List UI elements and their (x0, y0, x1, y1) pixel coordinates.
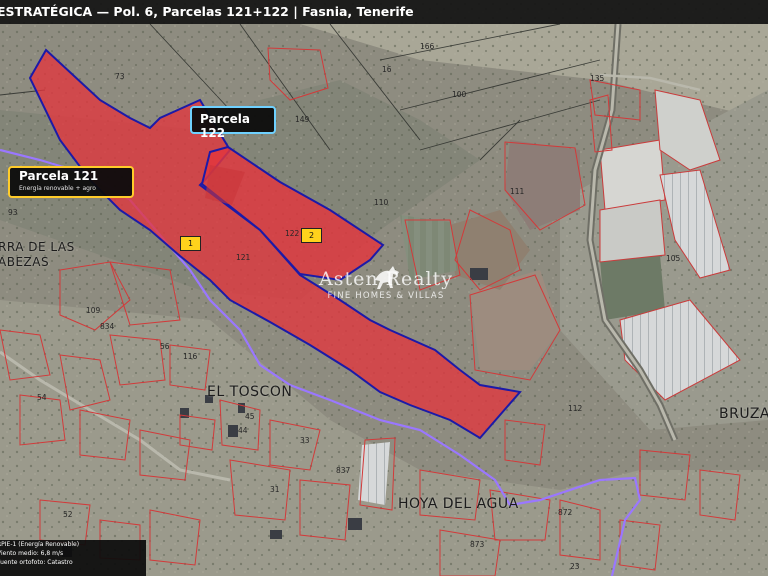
parcel-marker-2[interactable]: 2 (301, 228, 322, 243)
parcel-number: 135 (590, 74, 605, 83)
parcel-number: 110 (374, 198, 389, 207)
place-label-bruza: BRUZA (719, 406, 768, 422)
parcel-number: 54 (37, 393, 47, 402)
page-title: ESTRATÉGICA — Pol. 6, Parcelas 121+122 |… (0, 4, 414, 19)
parcel-number: 112 (568, 404, 583, 413)
callout-title: Parcela 121 (19, 169, 99, 183)
parcel-number: 872 (558, 508, 573, 517)
info-line-zoning: RPIE-1 (Energía Renovable) (0, 541, 80, 548)
horse-logo-icon (375, 266, 399, 289)
parcel-number: 149 (295, 115, 310, 124)
info-line-wind: Viento medio: 6,8 m/s (0, 550, 64, 557)
parcel-number: 105 (666, 254, 681, 263)
place-label-el-toscon: EL TOSCON (207, 384, 293, 400)
parcel-number: 100 (452, 90, 467, 99)
callout-parcela-122[interactable]: Parcela 122 (190, 106, 276, 140)
brand-watermark: Asten Realty FINE HOMES & VILLAS (291, 266, 481, 301)
place-label-erra-de-las: ERRA DE LAS (0, 240, 75, 254)
parcel-number: 109 (86, 306, 101, 315)
parcel-number: 122 (285, 229, 300, 238)
place-label-hoya-del-agua: HOYA DEL AGUA (398, 496, 519, 512)
place-label-abezas: ABEZAS (0, 255, 50, 269)
callout-parcela-121[interactable]: Parcela 121 Energía renovable + agro (8, 166, 134, 198)
parcel-number: 44 (238, 426, 248, 435)
parcel-number: 121 (236, 253, 251, 262)
title-bar: ESTRATÉGICA — Pol. 6, Parcelas 121+122 |… (0, 0, 768, 24)
callout-title: Parcela 122 (200, 112, 250, 140)
parcel-number: 834 (100, 322, 115, 331)
greenhouse (599, 199, 666, 263)
parcel-number: 873 (470, 540, 485, 549)
parcel-number: 111 (510, 187, 525, 196)
parcel-number: 837 (336, 466, 351, 475)
parcel-number: 56 (160, 342, 170, 351)
info-line-source: Fuente ortofoto: Catastro (0, 559, 73, 566)
parcel-number: 33 (300, 436, 310, 445)
parcel-number: 93 (8, 208, 18, 217)
parcel-number: 45 (245, 412, 255, 421)
parcel-number: 23 (570, 562, 580, 571)
parcel-number: 16 (382, 65, 392, 74)
callout-subtitle: Energía renovable + agro (19, 185, 96, 192)
parcel-marker-1[interactable]: 1 (180, 236, 201, 251)
parcel-number: 52 (63, 510, 73, 519)
info-box: RPIE-1 (Energía Renovable) Viento medio:… (0, 540, 146, 576)
parcel-number: 116 (183, 352, 198, 361)
parcel-number: 166 (420, 42, 435, 51)
parcel-number: 31 (270, 485, 280, 494)
brand-tagline: FINE HOMES & VILLAS (327, 291, 445, 301)
parcel-number: 73 (115, 72, 125, 81)
